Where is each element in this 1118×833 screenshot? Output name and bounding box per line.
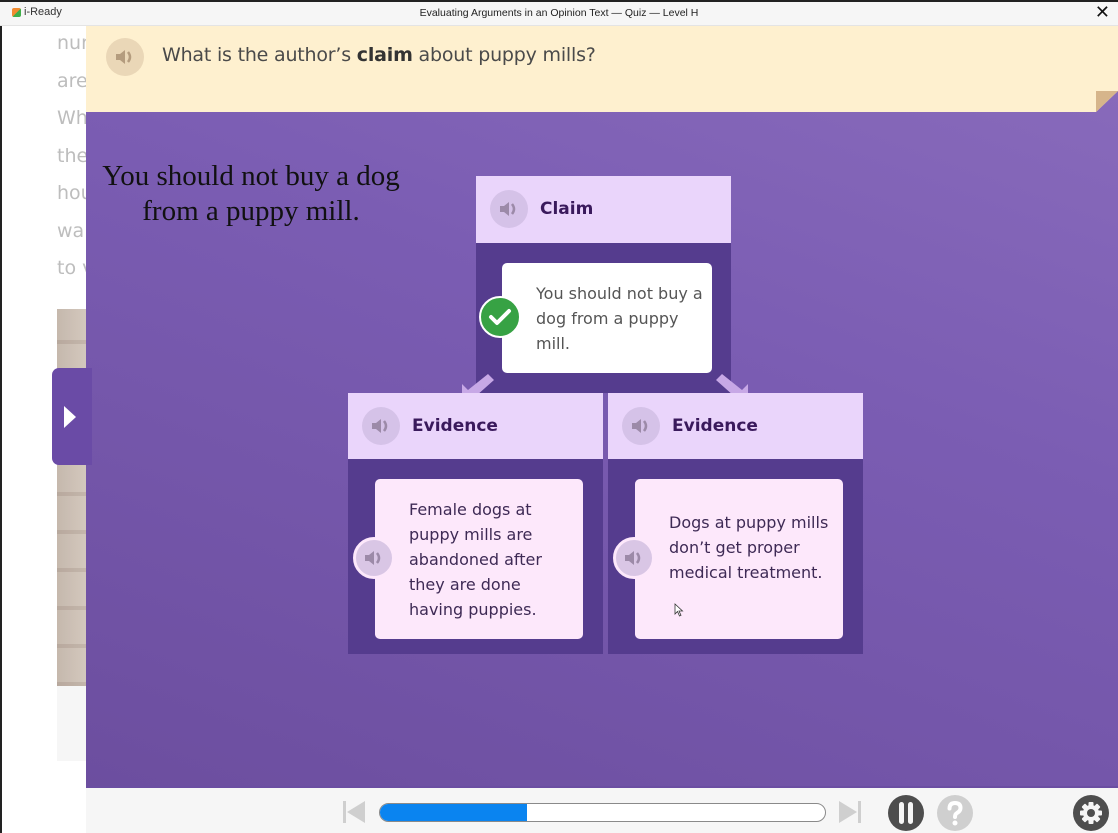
progress-bar-fill	[380, 804, 527, 821]
passage-line: to v	[57, 257, 86, 279]
overlay-caption: You should not buy a dog from a puppy mi…	[86, 159, 416, 229]
prompt-page-fold	[1096, 91, 1118, 112]
speaker-icon	[625, 551, 641, 565]
passage-drawer-toggle[interactable]	[52, 368, 92, 465]
window-title: Evaluating Arguments in an Opinion Text …	[419, 7, 699, 19]
evidence-header: Evidence	[608, 393, 863, 459]
skip-forward-icon[interactable]	[838, 800, 862, 824]
question-keyword: claim	[356, 44, 413, 66]
question-text-end: about puppy mills?	[412, 44, 596, 66]
check-icon	[489, 309, 511, 325]
quiz-stage: What is the author’s claim about puppy m…	[86, 26, 1118, 786]
passage-line: are	[57, 70, 86, 92]
claim-answer-text: You should not buy a dog from a puppy mi…	[536, 284, 703, 353]
speaker-icon	[500, 202, 516, 216]
passage-photo	[57, 309, 86, 686]
prompt-audio-button[interactable]	[106, 38, 144, 76]
passage-line: nur	[57, 32, 86, 54]
gear-icon	[1080, 802, 1102, 824]
claim-answer-card[interactable]: You should not buy a dog from a puppy mi…	[502, 263, 712, 373]
claim-audio-button[interactable]	[490, 190, 528, 228]
evidence-answer-text: Dogs at puppy mills don’t get proper med…	[669, 513, 829, 582]
mouse-cursor-icon	[674, 603, 684, 617]
evidence-card-audio-button[interactable]	[353, 537, 395, 579]
photo-caption-area	[57, 686, 86, 761]
evidence-card-audio-button[interactable]	[613, 537, 655, 579]
speaker-icon	[365, 551, 381, 565]
settings-button[interactable]	[1073, 795, 1109, 831]
overlay-caption-line: You should not buy a dog	[102, 160, 400, 192]
speaker-icon	[372, 419, 388, 433]
chevron-right-icon	[64, 406, 76, 428]
passage-line: the	[57, 145, 86, 167]
claim-header: Claim	[476, 176, 731, 243]
evidence-heading: Evidence	[672, 416, 758, 436]
passage-line: hou	[57, 182, 86, 204]
evidence-answer-card[interactable]: Dogs at puppy mills don’t get proper med…	[635, 479, 843, 639]
evidence-answer-text: Female dogs at puppy mills are abandoned…	[409, 500, 542, 619]
evidence-answer-card[interactable]: Female dogs at puppy mills are abandoned…	[375, 479, 583, 639]
progress-bar[interactable]	[379, 803, 826, 822]
overlay-caption-line: from a puppy mill.	[142, 195, 360, 227]
claim-heading: Claim	[540, 199, 594, 219]
help-button[interactable]	[937, 795, 973, 831]
skip-back-icon[interactable]	[342, 800, 366, 824]
passage-line: Wh	[57, 107, 86, 129]
question-text-start: What is the author’s	[162, 44, 357, 66]
evidence-audio-button[interactable]	[362, 407, 400, 445]
help-icon	[947, 800, 963, 826]
close-button[interactable]: ✕	[1095, 3, 1110, 23]
question-text: What is the author’s claim about puppy m…	[162, 44, 596, 66]
passage-line: wa	[57, 220, 85, 242]
evidence-audio-button[interactable]	[622, 407, 660, 445]
speaker-icon	[632, 419, 648, 433]
evidence-heading: Evidence	[412, 416, 498, 436]
speaker-icon	[114, 47, 136, 67]
playback-controls	[86, 786, 1118, 833]
pause-icon	[899, 802, 913, 824]
correct-badge	[479, 296, 521, 338]
evidence-header: Evidence	[348, 393, 603, 459]
window-titlebar: i-Ready Evaluating Arguments in an Opini…	[0, 0, 1118, 26]
question-prompt: What is the author’s claim about puppy m…	[86, 26, 1118, 112]
pause-button[interactable]	[888, 795, 924, 831]
